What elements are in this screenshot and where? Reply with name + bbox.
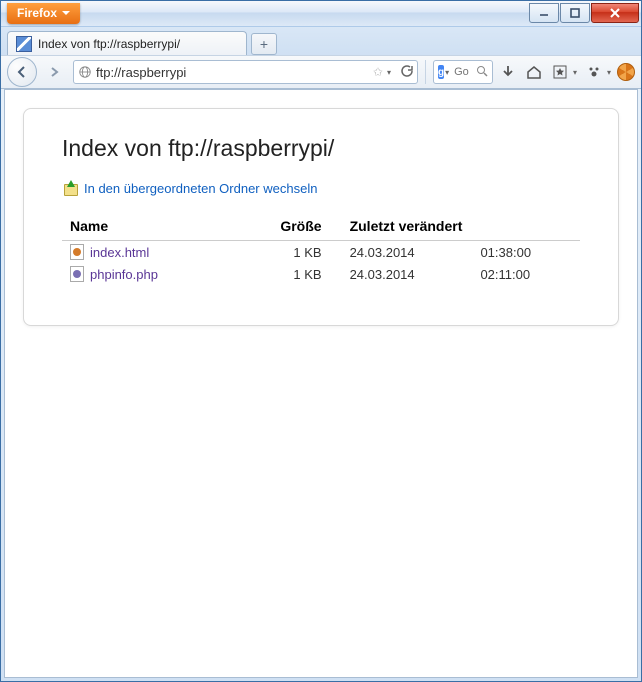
file-icon [70,266,84,282]
url-dropdown[interactable]: ▾ [387,68,391,77]
minimize-icon [539,8,549,18]
parent-directory-link[interactable]: In den übergeordneten Ordner wechseln [62,180,580,196]
tab-title: Index von ftp://raspberrypi/ [38,37,180,51]
back-icon [15,65,29,79]
table-row: index.html 1 KB24.03.201401:38:00 [62,241,580,264]
plus-icon: + [260,36,268,52]
table-row: phpinfo.php 1 KB24.03.201402:11:00 [62,263,580,285]
forward-button[interactable] [41,58,69,86]
maximize-button[interactable] [560,3,590,23]
paw-icon [586,64,602,80]
directory-panel: Index von ftp://raspberrypi/ In den über… [23,108,619,326]
nav-toolbar: ✩ ▾ g ▾ ▾ ▾ [1,55,641,89]
file-date: 24.03.2014 [342,263,473,285]
bookmarks-dropdown[interactable]: ▾ [573,68,577,77]
page-content: Index von ftp://raspberrypi/ In den über… [4,89,638,678]
address-bar[interactable]: ✩ ▾ [73,60,418,84]
col-name[interactable]: Name [62,214,230,241]
file-time: 01:38:00 [472,241,580,264]
file-size: 1 KB [230,263,342,285]
search-box[interactable]: g ▾ [433,60,493,84]
close-icon [610,8,620,18]
bookmark-star-icon [552,64,568,80]
app-menu-label: Firefox [17,6,57,20]
search-go-button[interactable] [476,65,488,80]
separator [425,60,426,84]
globe-icon [78,65,92,79]
tab-active[interactable]: Index von ftp://raspberrypi/ [7,31,247,55]
search-engine-icon: g [438,65,444,79]
file-table: Name Größe Zuletzt verändert index.html 1… [62,214,580,285]
chevron-down-icon [62,11,70,15]
file-time: 02:11:00 [472,263,580,285]
file-icon [70,244,84,260]
minimize-button[interactable] [529,3,559,23]
search-engine-dropdown[interactable]: ▾ [445,68,449,77]
file-link[interactable]: phpinfo.php [90,267,158,282]
addon-button[interactable] [583,64,605,80]
page-heading: Index von ftp://raspberrypi/ [62,135,580,162]
download-icon [500,64,516,80]
col-size[interactable]: Größe [230,214,342,241]
file-size: 1 KB [230,241,342,264]
file-date: 24.03.2014 [342,241,473,264]
maximize-icon [570,8,580,18]
home-button[interactable] [523,64,545,80]
addon-dropdown[interactable]: ▾ [607,68,611,77]
close-button[interactable] [591,3,639,23]
new-tab-button[interactable]: + [251,33,277,55]
parent-directory-label: In den übergeordneten Ordner wechseln [84,181,317,196]
col-modified[interactable]: Zuletzt verändert [342,214,580,241]
back-button[interactable] [7,57,37,87]
tab-favicon [16,36,32,52]
forward-icon [49,66,61,78]
downloads-button[interactable] [497,64,519,80]
bookmarks-button[interactable] [549,64,571,80]
tab-strip: Index von ftp://raspberrypi/ + [1,27,641,55]
url-input[interactable] [96,65,369,80]
magnifier-icon [476,65,488,77]
home-icon [526,64,542,80]
app-menu-button[interactable]: Firefox [7,3,80,24]
feed-icon[interactable]: ✩ [373,65,383,79]
titlebar: Firefox [1,1,641,27]
file-link[interactable]: index.html [90,245,149,260]
reload-icon [399,64,413,78]
up-folder-icon [62,180,78,196]
reload-button[interactable] [399,64,413,81]
profile-button[interactable] [617,63,635,81]
search-input[interactable] [454,66,473,78]
